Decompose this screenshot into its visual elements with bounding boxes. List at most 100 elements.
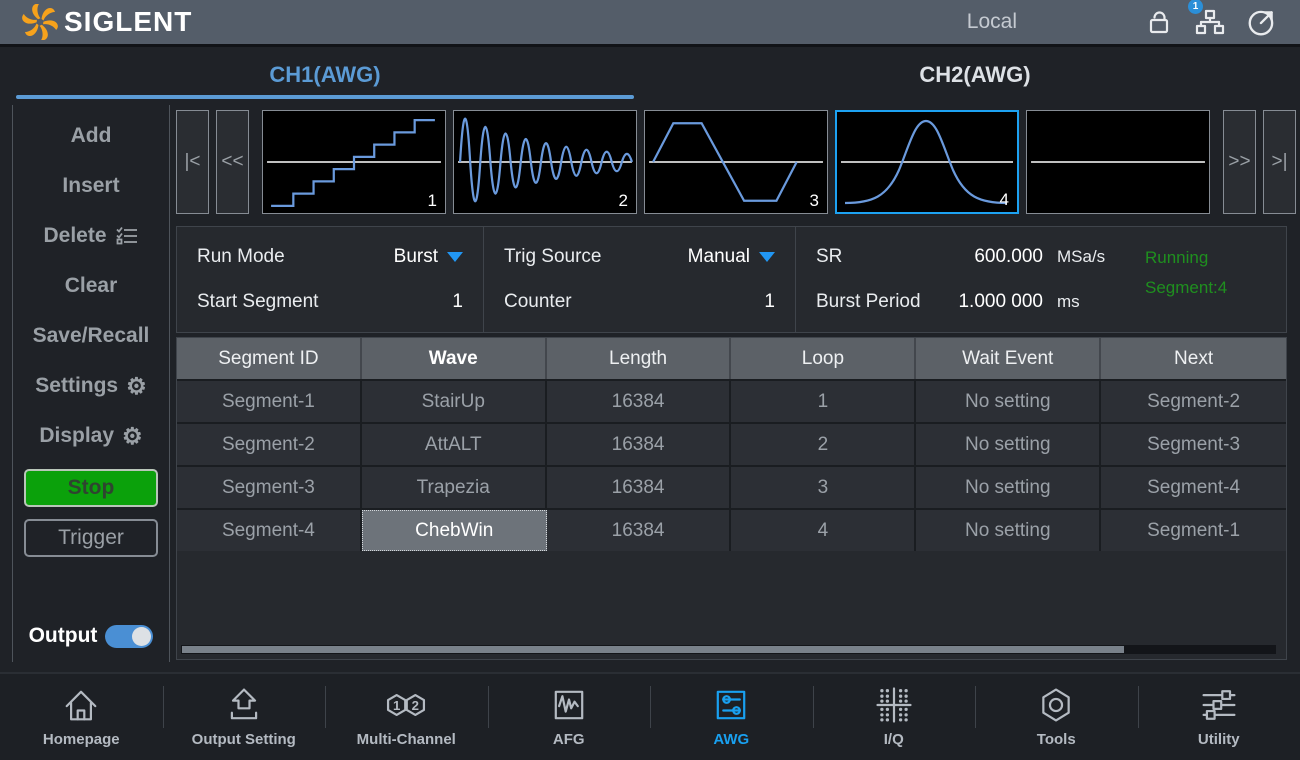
output-toggle[interactable]: [105, 625, 153, 648]
nav-label: I/Q: [884, 731, 904, 748]
cell-loop[interactable]: 2: [731, 424, 916, 465]
last-segment-button[interactable]: >|: [1263, 110, 1296, 214]
sidebar-item-add[interactable]: Add: [13, 111, 169, 161]
running-status-line1: Running: [1145, 243, 1286, 273]
bottom-navigation: Homepage Output Setting 1 2 Multi-Channe…: [0, 672, 1300, 760]
running-status-line2: Segment:4: [1145, 273, 1286, 303]
sidebar-item-save-recall[interactable]: Save/Recall: [13, 311, 169, 361]
sidebar-item-label: Add: [71, 124, 112, 148]
cell-wait-event[interactable]: No setting: [916, 510, 1101, 551]
burst-period-field[interactable]: 1.000 000: [958, 291, 1043, 313]
cell-wave[interactable]: StairUp: [362, 381, 547, 422]
cell-wave[interactable]: Trapezia: [362, 467, 547, 508]
cell-loop[interactable]: 4: [731, 510, 916, 551]
tab-ch2-awg[interactable]: CH2(AWG): [650, 50, 1300, 100]
scrollbar-thumb[interactable]: [182, 646, 1124, 653]
nav-item-multi-channel[interactable]: 1 2 Multi-Channel: [325, 674, 488, 760]
nav-label: Utility: [1198, 731, 1240, 748]
trigger-button[interactable]: Trigger: [24, 519, 158, 557]
control-mode-label: Local: [967, 10, 1017, 34]
brand-logo: SIGLENT: [22, 4, 192, 40]
dropdown-arrow-icon: [759, 252, 775, 262]
checklist-icon: [115, 224, 139, 248]
sidebar-item-label: Display: [39, 424, 114, 448]
nav-item-utility[interactable]: Utility: [1138, 674, 1300, 760]
cell-wait-event[interactable]: No setting: [916, 424, 1101, 465]
cell-length[interactable]: 16384: [547, 381, 732, 422]
nav-label: Multi-Channel: [357, 731, 456, 748]
cell-loop[interactable]: 1: [731, 381, 916, 422]
nav-item-afg[interactable]: AFG: [488, 674, 651, 760]
cell-length[interactable]: 16384: [547, 424, 732, 465]
sample-rate-value: 600.000: [974, 246, 1043, 268]
cell-wait-event[interactable]: No setting: [916, 467, 1101, 508]
cell-wait-event[interactable]: No setting: [916, 381, 1101, 422]
segment-thumbnail-5-empty[interactable]: [1026, 110, 1210, 214]
cell-next[interactable]: Segment-4: [1101, 467, 1286, 508]
cell-wave[interactable]: AttALT: [362, 424, 547, 465]
trig-source-dropdown[interactable]: Manual: [688, 246, 775, 268]
nav-item-homepage[interactable]: Homepage: [0, 674, 163, 760]
run-mode-dropdown[interactable]: Burst: [394, 246, 463, 268]
sample-rate-unit: MSa/s: [1043, 247, 1113, 267]
sample-rate-label: SR: [816, 246, 842, 268]
nav-item-awg[interactable]: AWG: [650, 674, 813, 760]
segment-thumbnail-4-selected[interactable]: 4: [835, 110, 1019, 214]
segment-thumbnail-1[interactable]: 1: [262, 110, 446, 214]
unlock-icon[interactable]: [1144, 6, 1174, 38]
cell-segment-id[interactable]: Segment-1: [177, 381, 362, 422]
nav-item-iq[interactable]: I/Q: [813, 674, 976, 760]
first-segment-button[interactable]: |<: [176, 110, 209, 214]
next-segment-button[interactable]: >>: [1223, 110, 1256, 214]
cell-segment-id[interactable]: Segment-3: [177, 467, 362, 508]
cell-length[interactable]: 16384: [547, 510, 732, 551]
sidebar-item-insert[interactable]: Insert: [13, 161, 169, 211]
header-loop: Loop: [731, 338, 916, 379]
horizontal-scrollbar[interactable]: [181, 645, 1276, 654]
iq-constellation-icon: [872, 683, 916, 727]
segment-table-header: Segment ID Wave Length Loop Wait Event N…: [177, 338, 1286, 379]
multi-channel-icon: 1 2: [382, 683, 430, 727]
stop-button[interactable]: Stop: [24, 469, 158, 507]
output-label: Output: [29, 624, 98, 648]
cell-next[interactable]: Segment-1: [1101, 510, 1286, 551]
thumbnail-number: 4: [1000, 190, 1009, 210]
sample-rate-field[interactable]: 600.000: [974, 246, 1043, 268]
siglent-pinwheel-icon: [22, 4, 58, 40]
counter-label: Counter: [504, 291, 572, 313]
cell-segment-id[interactable]: Segment-4: [177, 510, 362, 551]
sidebar-item-display[interactable]: Display ⚙: [13, 411, 169, 461]
stairup-waveform: [271, 120, 435, 206]
cell-segment-id[interactable]: Segment-2: [177, 424, 362, 465]
running-status: Running Segment:4: [1133, 227, 1286, 332]
sidebar-item-settings[interactable]: Settings ⚙: [13, 361, 169, 411]
sidebar-item-label: Insert: [62, 174, 119, 198]
tab-ch1-awg[interactable]: CH1(AWG): [0, 50, 650, 100]
sidebar-item-clear[interactable]: Clear: [13, 261, 169, 311]
trig-source-label: Trig Source: [504, 246, 602, 268]
toggle-knob: [132, 627, 151, 646]
nav-label: AFG: [553, 731, 585, 748]
prev-segment-button[interactable]: <<: [216, 110, 249, 214]
cell-wave-selected[interactable]: ChebWin: [362, 510, 547, 551]
header-length: Length: [547, 338, 732, 379]
home-icon: [59, 683, 103, 727]
cell-next[interactable]: Segment-2: [1101, 381, 1286, 422]
sidebar: Add Insert Delete Clear Save/Recall Sett…: [12, 105, 170, 662]
nav-label: Homepage: [43, 731, 120, 748]
cell-length[interactable]: 16384: [547, 467, 732, 508]
burst-period-unit: ms: [1043, 292, 1113, 312]
cell-next[interactable]: Segment-3: [1101, 424, 1286, 465]
segment-thumbnail-2[interactable]: 2: [453, 110, 637, 214]
nav-item-tools[interactable]: Tools: [975, 674, 1138, 760]
counter-field[interactable]: 1: [764, 291, 775, 313]
screen-capture-icon[interactable]: [1246, 6, 1278, 38]
nav-item-output-setting[interactable]: Output Setting: [163, 674, 326, 760]
gear-icon: ⚙: [122, 425, 143, 448]
start-segment-field[interactable]: 1: [452, 291, 463, 313]
segment-thumbnail-3[interactable]: 3: [644, 110, 828, 214]
run-mode-label: Run Mode: [197, 246, 285, 268]
network-icon[interactable]: 1: [1193, 6, 1227, 38]
cell-loop[interactable]: 3: [731, 467, 916, 508]
sidebar-item-delete[interactable]: Delete: [13, 211, 169, 261]
